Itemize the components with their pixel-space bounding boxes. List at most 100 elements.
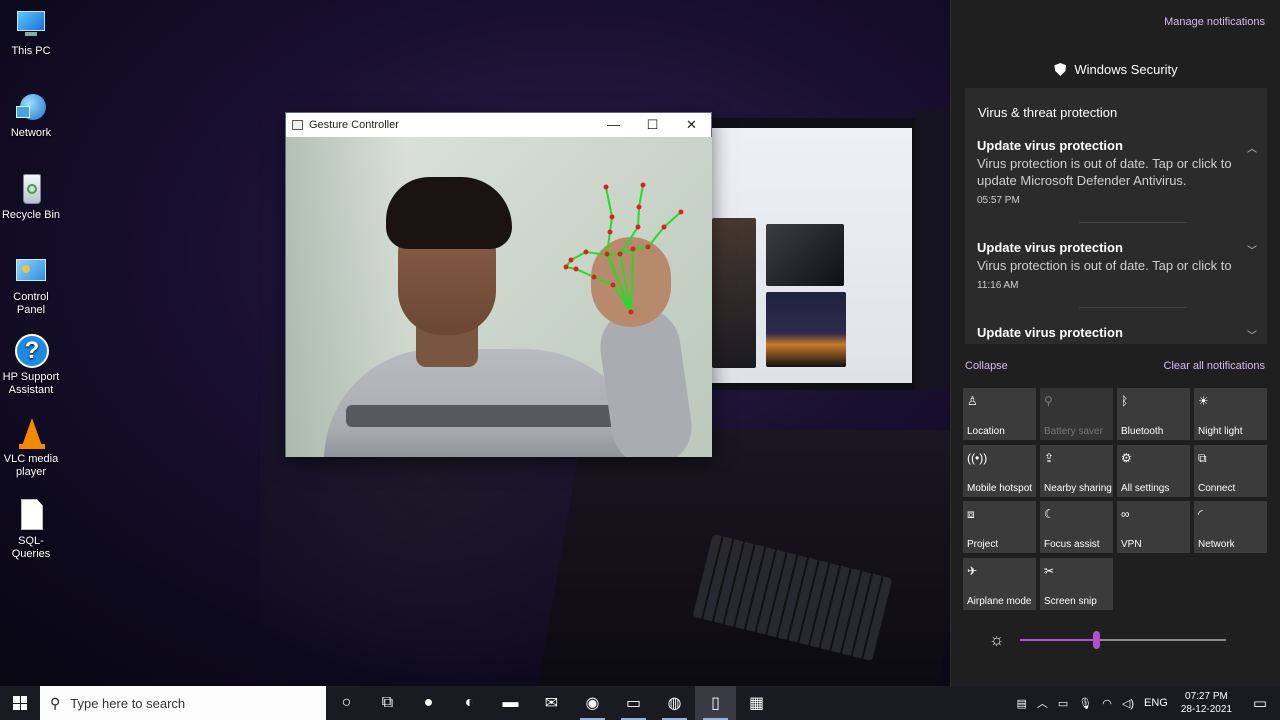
window-title: Gesture Controller [309,119,399,131]
battery-icon[interactable]: ▭ [1053,697,1073,710]
notification-time: 05:57 PM [977,195,1020,206]
quick-action-label: Mobile hotspot [967,482,1033,494]
quick-action-project[interactable]: ⧈ Project [963,501,1036,553]
manage-notifications-link[interactable]: Manage notifications [1164,16,1265,28]
notification-item[interactable]: Update virus protection Virus protection… [977,240,1257,291]
airplane-icon: ✈ [967,563,978,578]
chevron-up-icon[interactable]: ︿ [1247,140,1257,155]
wallpaper-monitor-screen [712,128,912,383]
quick-action-network[interactable]: ◜ Network [1194,501,1267,553]
hand-landmarks-overlay [563,182,684,315]
gesture-controller-window[interactable]: Gesture Controller — ☐ ✕ [285,112,712,457]
quick-action-focus-assist[interactable]: ☾ Focus assist [1040,501,1113,553]
desktop-icon-label: SQL-Queries [11,535,51,560]
notepad-icon[interactable]: ▯ [695,686,736,720]
quick-action-night-light[interactable]: ☀ Night light [1194,388,1267,440]
quick-action-label: VPN [1121,539,1142,550]
windows-security-shield-icon [1054,63,1067,76]
focus-assist-moon-icon: ☾ [1044,507,1055,521]
quick-action-screen-snip[interactable]: ✂ Screen snip [1040,557,1113,610]
system-tray: ▤ ︿ ▭ 🎙︎ ◠ ◁) ENG 07:27 PM 28-12-2021 ▭ [1011,686,1280,720]
brightness-icon: ☼ [989,630,1005,649]
clock-date: 28-12-2021 [1180,704,1232,715]
maximize-button[interactable]: ☐ [633,117,672,133]
notification-card[interactable]: Virus & threat protection [965,88,1267,344]
terminal-icon[interactable]: ▭ [613,686,654,720]
notification-title: Update virus protection [977,138,1123,153]
desktop-icon-sql-queries[interactable]: SQL-Queries [0,498,62,561]
quick-action-label: Network [1198,539,1235,550]
clock-time: 07:27 PM [1185,691,1228,702]
start-button[interactable] [0,686,40,720]
notification-category: Virus & threat protection [978,105,1118,120]
project-screen-icon: ⧈ [967,507,975,521]
quick-action-bluetooth[interactable]: ᛒ Bluetooth [1117,388,1190,440]
microphone-icon[interactable]: 🎙︎ [1073,697,1097,710]
quick-action-connect[interactable]: ⧉ Connect [1194,444,1267,497]
location-person-icon: ♙ [967,394,978,408]
brightness-slider[interactable] [1020,631,1226,649]
task-view-icon[interactable]: ⧉ [367,686,408,720]
quick-action-vpn[interactable]: ∞ VPN [1117,501,1190,553]
vpn-icon: ∞ [1121,507,1130,521]
notification-item[interactable]: Update virus protection ﹀ [977,325,1257,344]
quick-action-label: All settings [1121,482,1170,494]
collapse-link[interactable]: Collapse [965,360,1008,372]
nearby-sharing-icon: ⇪ [1044,450,1055,465]
night-light-icon: ☀ [1198,394,1209,408]
desktop-icon-network[interactable]: Network [0,90,62,140]
desktop-icon-vlc[interactable]: VLC media player [0,416,62,479]
cortana-icon[interactable]: ○ [326,686,367,720]
search-icon: ⚲ [50,694,61,711]
quick-action-label: Project [967,539,999,550]
desktop-icon-label: VLC media player [3,453,59,478]
help-question-icon: ? [14,334,49,368]
tray-app-icon[interactable]: ▤ [1011,697,1031,710]
notification-item[interactable]: Update virus protection Virus protection… [977,138,1257,206]
file-explorer-icon[interactable]: ▬ [490,686,531,720]
quick-action-location[interactable]: ♙ Location [963,388,1036,440]
clear-all-notifications-link[interactable]: Clear all notifications [1164,360,1266,372]
quick-action-battery-saver[interactable]: ⚲ Battery saver [1040,388,1113,440]
notification-time: 11:16 AM [977,280,1019,291]
wallpaper-second-monitor [915,110,951,390]
action-center-button[interactable]: ▭ [1240,694,1280,712]
recycle-bin-icon [14,172,48,206]
chevron-down-icon[interactable]: ﹀ [1247,327,1257,342]
minimize-button[interactable]: — [594,117,633,133]
chrome-icon[interactable]: ● [408,686,449,720]
quick-action-label: Screen snip [1044,595,1097,607]
quick-action-all-settings[interactable]: ⚙ All settings [1117,444,1190,497]
desktop-icon-hp-support[interactable]: ? HP Support Assistant [0,334,62,397]
document-file-icon [14,498,48,532]
chrome-profile-icon[interactable]: ◉ [572,686,613,720]
wifi-icon[interactable]: ◠ [1097,697,1117,710]
brightness-slider-fill [1020,639,1097,641]
desktop-icon-control-panel[interactable]: Control Panel [0,254,62,317]
clock[interactable]: 07:27 PM 28-12-2021 [1173,690,1240,716]
mail-icon[interactable]: ✉ [531,686,572,720]
window-title-bar[interactable]: Gesture Controller — ☐ ✕ [286,113,711,137]
chevron-down-icon[interactable]: ﹀ [1247,242,1257,257]
screen-snip-icon: ✂ [1044,563,1055,578]
search-placeholder: Type here to search [70,695,186,711]
quick-action-nearby-sharing[interactable]: ⇪ Nearby sharing [1040,444,1113,497]
language-indicator[interactable]: ENG [1139,697,1173,709]
quick-action-mobile-hotspot[interactable]: ((•)) Mobile hotspot [963,444,1036,497]
quick-action-label: Airplane mode [967,595,1032,607]
calculator-icon[interactable]: ▦ [736,686,777,720]
brightness-slider-thumb[interactable] [1093,631,1101,649]
show-hidden-icons-chevron-icon[interactable]: ︿ [1032,695,1053,711]
desktop-icon-this-pc[interactable]: This PC [0,8,62,58]
desktop-icon-label: Control Panel [13,291,49,316]
battery-saver-icon: ⚲ [1044,394,1053,408]
taskbar-search-box[interactable]: ⚲ Type here to search [40,686,326,720]
quick-action-airplane-mode[interactable]: ✈ Airplane mode [963,557,1036,610]
desktop-icon-label: Network [10,127,52,139]
obs-icon[interactable]: ◍ [654,686,695,720]
close-button[interactable]: ✕ [672,117,711,133]
desktop-icon-recycle-bin[interactable]: Recycle Bin [0,172,62,222]
quick-action-label: Focus assist [1044,539,1100,550]
volume-icon[interactable]: ◁) [1117,697,1139,710]
edge-icon[interactable]: ◐ [449,686,490,720]
